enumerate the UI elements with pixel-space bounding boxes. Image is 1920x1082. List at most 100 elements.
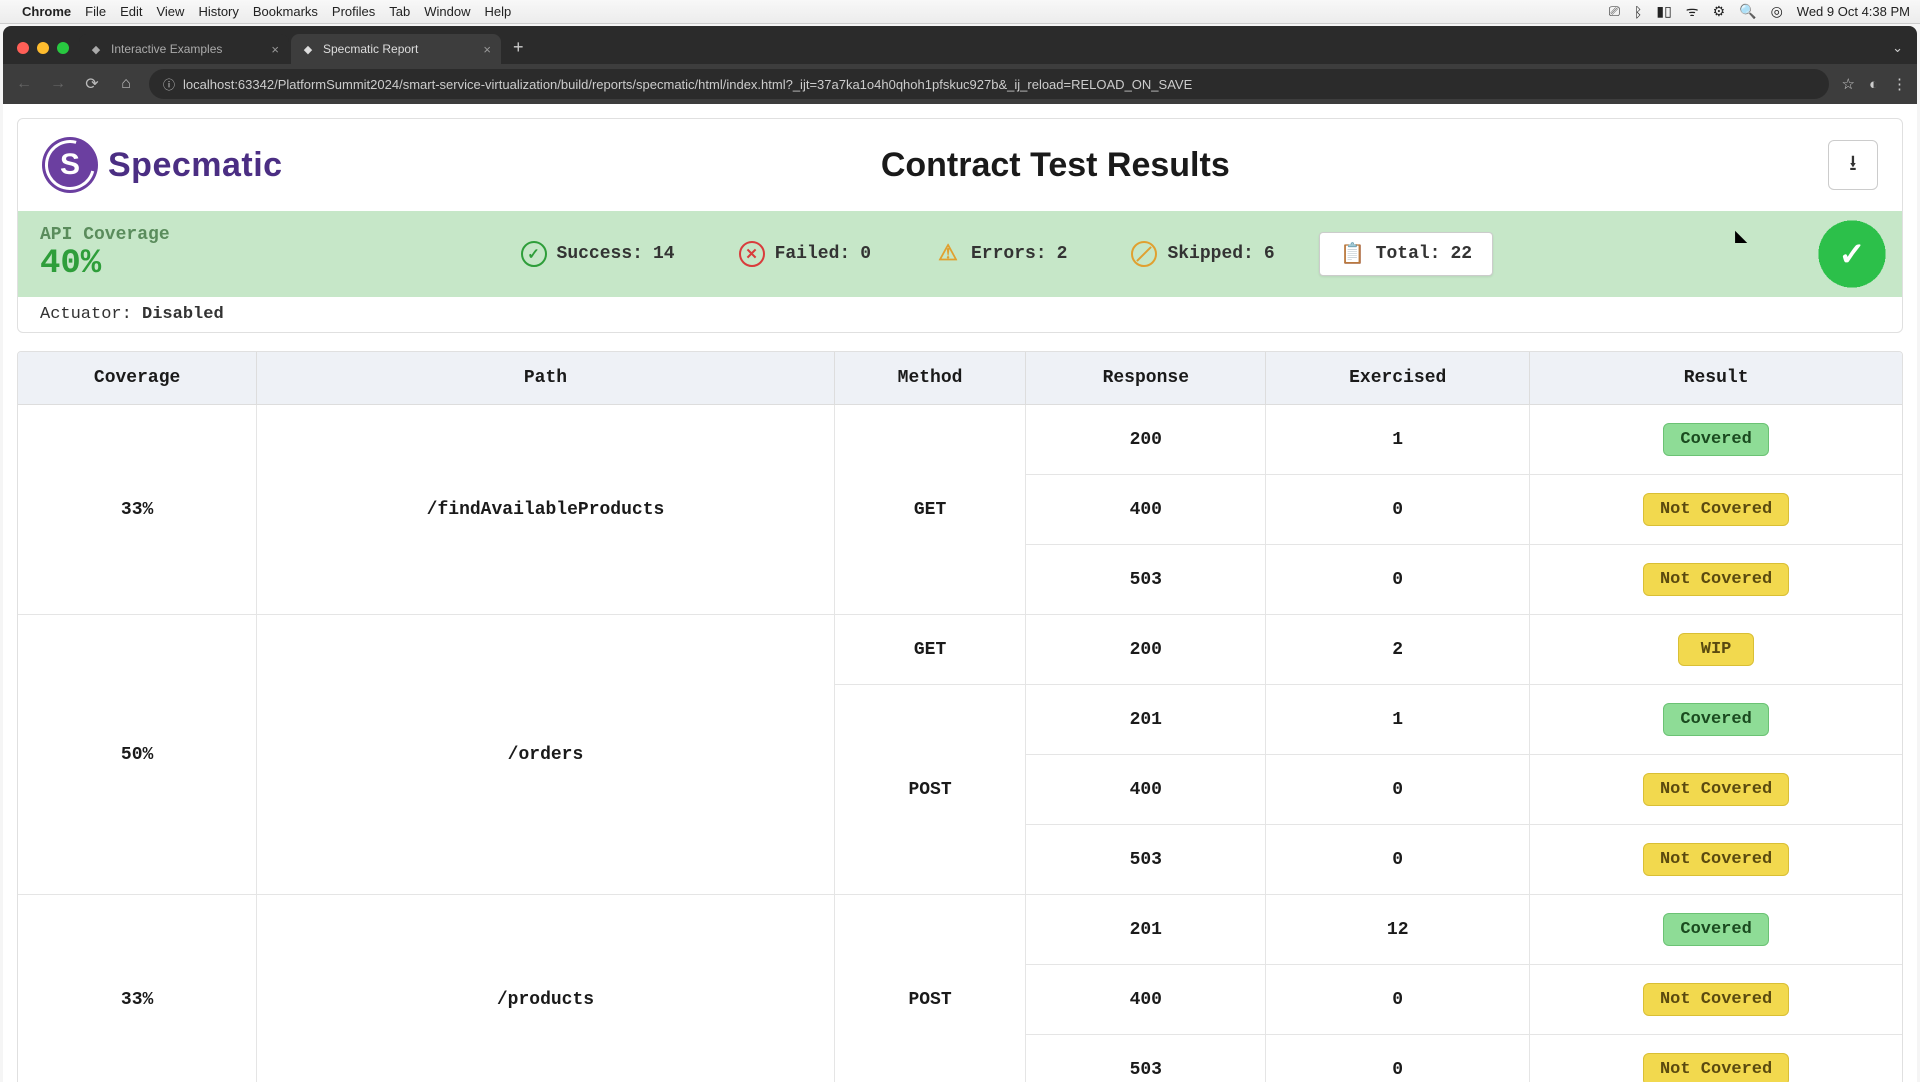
page-content: S Specmatic Contract Test Results ⭳ API … xyxy=(3,104,1917,1082)
chrome-toolbar: ← → ⟳ ⌂ ⓘ localhost:63342/PlatformSummit… xyxy=(3,64,1917,104)
cell-result: Not Covered xyxy=(1530,825,1902,895)
cell-response: 400 xyxy=(1026,965,1266,1035)
cell-response: 400 xyxy=(1026,755,1266,825)
coverage-block: API Coverage 40% xyxy=(40,225,170,283)
column-header[interactable]: Response xyxy=(1026,352,1266,405)
result-pill: WIP xyxy=(1678,633,1755,666)
cell-response: 200 xyxy=(1026,615,1266,685)
page-title: Contract Test Results xyxy=(283,146,1828,185)
cell-response: 200 xyxy=(1026,405,1266,475)
column-header[interactable]: Method xyxy=(834,352,1026,405)
menu-item[interactable]: History xyxy=(198,4,238,19)
control-center-icon[interactable]: ⚙ xyxy=(1713,3,1726,20)
close-window-icon[interactable] xyxy=(17,42,29,54)
stat-failed: ✕ Failed: 0 xyxy=(719,232,891,276)
column-header[interactable]: Exercised xyxy=(1266,352,1530,405)
cell-method: GET xyxy=(834,615,1026,685)
column-header[interactable]: Path xyxy=(257,352,835,405)
chrome-tab-overflow-icon[interactable]: ⌄ xyxy=(1878,40,1917,64)
download-button[interactable]: ⭳ xyxy=(1828,140,1878,190)
spotlight-icon[interactable]: 🔍 xyxy=(1739,3,1756,20)
cell-exercised: 1 xyxy=(1266,685,1530,755)
actuator-label: Actuator: xyxy=(40,305,142,324)
stat-errors: ⚠ Errors: 2 xyxy=(915,232,1087,276)
window-controls[interactable] xyxy=(13,42,79,64)
report-header: S Specmatic Contract Test Results ⭳ xyxy=(18,119,1902,211)
coverage-percent: 40% xyxy=(40,245,170,283)
skipped-icon xyxy=(1131,241,1157,267)
actuator-status: Disabled xyxy=(142,305,224,324)
menu-item[interactable]: Help xyxy=(485,4,512,19)
chrome-window: ◆Interactive Examples×◆ Specmatic Report ×… xyxy=(3,26,1917,1082)
favicon-icon: ◆ xyxy=(89,42,103,56)
airplay-icon[interactable]: ⎚ xyxy=(1609,3,1620,20)
back-button-icon[interactable]: ← xyxy=(13,75,35,93)
column-header[interactable]: Coverage xyxy=(18,352,257,405)
result-pill: Not Covered xyxy=(1643,563,1789,596)
brand-name: Specmatic xyxy=(108,146,283,185)
stat-value: 22 xyxy=(1450,244,1472,264)
cell-response: 201 xyxy=(1026,895,1266,965)
chrome-menu-icon[interactable]: ⋮ xyxy=(1892,75,1907,93)
siri-icon[interactable]: ◎ xyxy=(1771,3,1783,20)
bluetooth-icon[interactable]: ᛒ xyxy=(1634,4,1642,20)
actuator-row: Actuator: Disabled xyxy=(18,297,1902,332)
cell-exercised: 0 xyxy=(1266,965,1530,1035)
cell-result: Not Covered xyxy=(1530,1035,1902,1082)
clock[interactable]: Wed 9 Oct 4:38 PM xyxy=(1797,4,1910,19)
cell-exercised: 1 xyxy=(1266,405,1530,475)
tab-title: Specmatic Report xyxy=(323,42,418,56)
cell-response: 400 xyxy=(1026,475,1266,545)
minimize-window-icon[interactable] xyxy=(37,42,49,54)
url-text: localhost:63342/PlatformSummit2024/smart… xyxy=(183,77,1192,92)
cell-method: POST xyxy=(834,685,1026,895)
overall-pass-badge-icon: ✓ xyxy=(1824,226,1880,282)
stats-row: ✓ Success: 14 ✕ Failed: 0 ⚠ Errors: 2 Sk… xyxy=(210,232,1784,276)
result-pill: Not Covered xyxy=(1643,773,1789,806)
cell-exercised: 0 xyxy=(1266,1035,1530,1082)
home-button-icon[interactable]: ⌂ xyxy=(115,75,137,93)
stat-label: Errors: xyxy=(971,244,1047,264)
close-tab-icon[interactable]: × xyxy=(483,42,491,57)
battery-icon[interactable]: ▮▯ xyxy=(1656,3,1671,20)
column-header[interactable]: Result xyxy=(1530,352,1902,405)
cell-exercised: 0 xyxy=(1266,755,1530,825)
stat-skipped: Skipped: 6 xyxy=(1111,232,1294,276)
cell-result: Not Covered xyxy=(1530,965,1902,1035)
cell-result: Covered xyxy=(1530,405,1902,475)
menu-item[interactable]: Window xyxy=(424,4,470,19)
browser-tab[interactable]: ◆Interactive Examples× xyxy=(79,34,289,64)
menu-item[interactable]: Bookmarks xyxy=(253,4,318,19)
wifi-icon[interactable]: ᯤ xyxy=(1686,2,1699,21)
mouse-cursor: ◣ xyxy=(1735,226,1747,246)
maximize-window-icon[interactable] xyxy=(57,42,69,54)
cell-path: /orders xyxy=(257,615,835,895)
errors-icon: ⚠ xyxy=(935,241,961,267)
cell-path: /products xyxy=(257,895,835,1082)
menu-item[interactable]: File xyxy=(85,4,106,19)
new-tab-button[interactable]: + xyxy=(503,37,534,64)
menu-item[interactable]: View xyxy=(156,4,184,19)
result-pill: Not Covered xyxy=(1643,493,1789,526)
bookmark-star-icon[interactable]: ☆ xyxy=(1841,75,1854,93)
download-icon: ⭳ xyxy=(1849,146,1857,184)
coverage-label: API Coverage xyxy=(40,225,170,245)
menu-item[interactable]: Tab xyxy=(389,4,410,19)
cell-coverage: 33% xyxy=(18,405,257,615)
close-tab-icon[interactable]: × xyxy=(271,42,279,57)
forward-button-icon[interactable]: → xyxy=(47,75,69,93)
stat-label: Total: xyxy=(1376,244,1441,264)
site-info-icon[interactable]: ⓘ xyxy=(163,76,175,93)
cell-method: GET xyxy=(834,405,1026,615)
extension-icon[interactable]: ◐ xyxy=(1869,76,1878,93)
result-pill: Covered xyxy=(1663,423,1768,456)
cell-method: POST xyxy=(834,895,1026,1082)
app-name[interactable]: Chrome xyxy=(22,4,71,19)
result-pill: Covered xyxy=(1663,703,1768,736)
menu-item[interactable]: Profiles xyxy=(332,4,375,19)
browser-tab[interactable]: ◆Specmatic Report× xyxy=(291,34,501,64)
url-bar[interactable]: ⓘ localhost:63342/PlatformSummit2024/sma… xyxy=(149,69,1829,99)
menu-item[interactable]: Edit xyxy=(120,4,142,19)
reload-button-icon[interactable]: ⟳ xyxy=(81,74,103,94)
cell-exercised: 2 xyxy=(1266,615,1530,685)
